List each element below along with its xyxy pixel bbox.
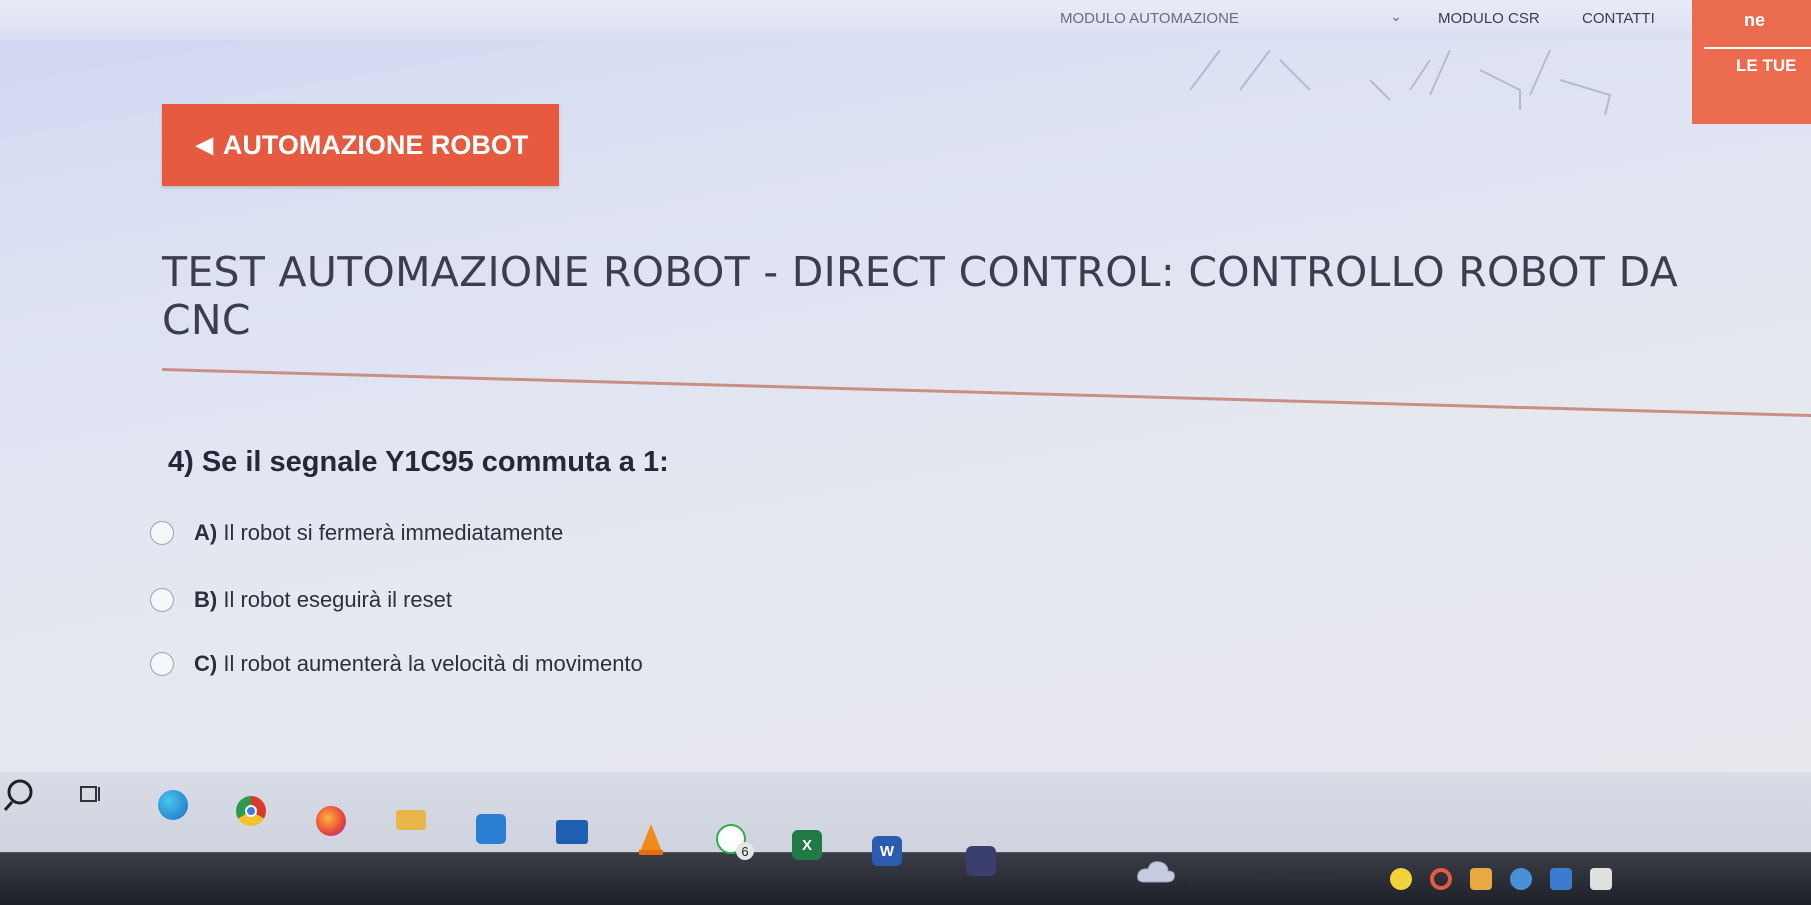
option-b-text: Il robot eseguirà il reset xyxy=(223,587,453,612)
corner-bottom-label: LE TUE xyxy=(1736,56,1797,75)
chevron-down-icon[interactable]: ⌄ xyxy=(1390,8,1402,25)
mail-icon[interactable] xyxy=(556,820,588,844)
nav-modulo-csr[interactable]: MODULO CSR xyxy=(1438,10,1540,27)
option-c-text: Il robot aumenterà la velocità di movime… xyxy=(223,651,643,676)
option-b-letter: B) xyxy=(194,587,218,612)
vlc-icon[interactable] xyxy=(636,822,666,856)
file-explorer-icon[interactable] xyxy=(396,810,426,830)
store-icon[interactable] xyxy=(476,814,506,844)
word-icon[interactable]: W xyxy=(872,836,902,866)
answer-option-c[interactable]: C) Il robot aumenterà la velocità di mov… xyxy=(150,651,643,677)
weather-condition[interactable]: Nuvoloso xyxy=(1254,866,1337,889)
firefox-icon[interactable] xyxy=(316,806,346,836)
taskbar xyxy=(0,772,1811,905)
tray-ring-icon[interactable] xyxy=(1430,868,1452,890)
option-a-letter: A) xyxy=(194,520,218,545)
back-button-label: AUTOMAZIONE ROBOT xyxy=(222,129,529,160)
tray-monitor-icon[interactable] xyxy=(1550,868,1572,890)
radio-button-a[interactable] xyxy=(150,521,174,545)
back-automazione-robot-button[interactable]: ◀ AUTOMAZIONE ROBOT xyxy=(162,104,559,186)
tray-wifi-icon[interactable] xyxy=(1590,868,1612,890)
nav-contatti[interactable]: CONTATTI xyxy=(1582,10,1655,27)
page-title-line1: TEST AUTOMAZIONE ROBOT - DIRECT CONTROL:… xyxy=(162,248,1679,296)
option-a-text: Il robot si fermerà immediatamente xyxy=(223,520,564,545)
title-divider xyxy=(161,368,1811,418)
whatsapp-badge-count: 6 xyxy=(736,842,754,860)
cloud-icon xyxy=(1137,861,1175,883)
top-navigation: MODULO AUTOMAZIONE ⌄ MODULO CSR CONTATTI xyxy=(0,0,1811,40)
question-text: 4) Se il segnale Y1C95 commuta a 1: xyxy=(168,446,669,478)
option-c-letter: C) xyxy=(194,651,218,676)
browser-page: MODULO AUTOMAZIONE ⌄ MODULO CSR CONTATTI… xyxy=(0,0,1811,905)
search-icon[interactable] xyxy=(2,776,38,812)
radio-button-c[interactable] xyxy=(150,652,174,676)
page-title-line2: CNC xyxy=(162,296,251,344)
task-view-icon[interactable] xyxy=(78,782,104,808)
corner-top-label: ne xyxy=(1744,10,1766,30)
answer-option-b[interactable]: B) Il robot eseguirà il reset xyxy=(150,587,452,613)
radio-button-b[interactable] xyxy=(150,588,174,612)
app-icon[interactable] xyxy=(966,846,996,876)
answer-option-a[interactable]: A) Il robot si fermerà immediatamente xyxy=(150,520,563,546)
tray-cloud-icon[interactable] xyxy=(1510,868,1532,890)
corner-divider xyxy=(1704,47,1811,49)
weather-temperature: 15°C xyxy=(1186,866,1231,888)
tray-app-icon[interactable] xyxy=(1470,868,1492,890)
excel-icon[interactable]: X xyxy=(792,830,822,860)
tray-plus-icon[interactable] xyxy=(1390,868,1412,890)
whatsapp-icon[interactable]: 6 xyxy=(716,824,754,860)
page-title: TEST AUTOMAZIONE ROBOT - DIRECT CONTROL:… xyxy=(162,248,1811,344)
corner-panel[interactable]: ne LE TUE xyxy=(1692,0,1811,124)
decorative-pattern xyxy=(1190,50,1612,116)
nav-modulo-automazione[interactable]: MODULO AUTOMAZIONE xyxy=(1060,10,1239,27)
back-arrow-icon: ◀ xyxy=(196,132,213,157)
edge-icon[interactable] xyxy=(158,790,188,820)
chrome-icon[interactable] xyxy=(236,796,266,826)
